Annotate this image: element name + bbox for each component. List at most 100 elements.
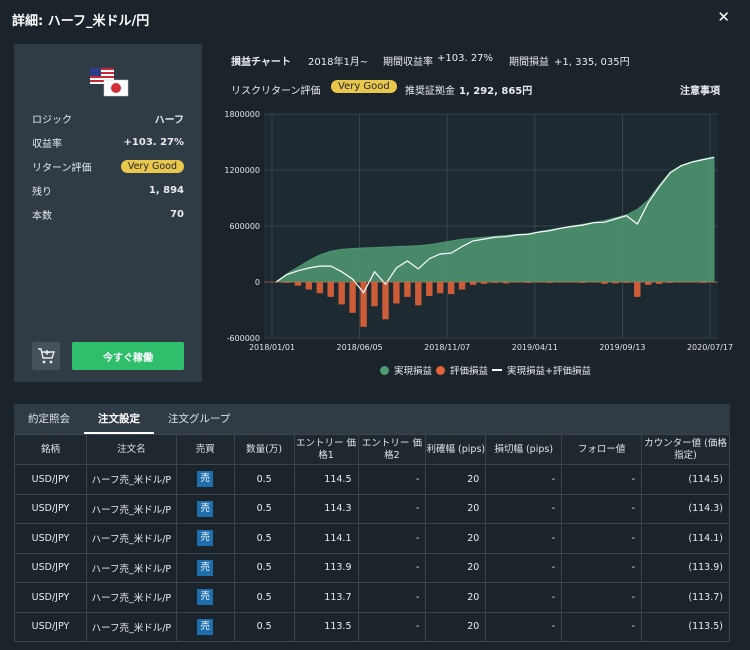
order-table: 銘柄 注文名 売買 数量(万) エントリー 価格1 エントリー 価格2 利確幅 … bbox=[14, 434, 730, 642]
cell-symbol: USD/JPY bbox=[14, 611, 87, 642]
legend-total: 実現損益+評価損益 bbox=[492, 363, 591, 377]
usd-jpy-flag-icon bbox=[90, 68, 129, 97]
close-icon[interactable]: ✕ bbox=[717, 8, 730, 26]
x-tick-label: 2018/06/05 bbox=[337, 343, 383, 352]
cell-counter: (114.1) bbox=[641, 523, 730, 554]
remaining-value: 1, 894 bbox=[148, 184, 184, 196]
notes-link[interactable]: 注意事項 bbox=[680, 82, 720, 97]
cell-side: 売 bbox=[175, 464, 235, 495]
unrealized-bar bbox=[382, 282, 389, 320]
unrealized-bar bbox=[294, 282, 302, 286]
col-stop-loss: 損切幅 (pips) bbox=[485, 434, 563, 465]
period-return-label: 期間収益率 bbox=[383, 57, 433, 68]
legend-total-swatch bbox=[492, 369, 502, 371]
order-tabs: 約定照会 注文設定 注文グループ bbox=[14, 404, 730, 434]
cell-entry-2: - bbox=[357, 464, 427, 495]
cell-follow: - bbox=[561, 611, 643, 642]
cell-follow: - bbox=[561, 582, 643, 613]
col-symbol: 銘柄 bbox=[14, 434, 87, 465]
legend-realized-label: 実現損益 bbox=[394, 366, 433, 377]
col-side: 売買 bbox=[175, 434, 235, 465]
cell-entry-1: 114.1 bbox=[293, 523, 359, 554]
table-row: USD/JPY ハーフ売_米ドル/P 売 0.5 114.5 - 20 - - … bbox=[14, 464, 730, 495]
cell-order-name: ハーフ売_米ドル/P bbox=[85, 582, 177, 613]
remaining-label: 残り bbox=[32, 186, 52, 198]
operate-now-button[interactable]: 今すぐ稼働 bbox=[72, 342, 184, 370]
cell-side: 売 bbox=[175, 582, 235, 613]
unrealized-bar bbox=[415, 282, 422, 306]
unrealized-bar bbox=[634, 282, 641, 297]
period-pl-label: 期間損益 bbox=[509, 57, 549, 68]
cell-entry-2: - bbox=[357, 493, 427, 524]
card-row-logic: ロジック ハーフ bbox=[32, 110, 184, 126]
sell-badge: 売 bbox=[197, 618, 214, 635]
table-row: USD/JPY ハーフ売_米ドル/P 売 0.5 114.3 - 20 - - … bbox=[14, 493, 730, 524]
sell-badge: 売 bbox=[197, 530, 214, 547]
col-take-profit: 利確幅 (pips) bbox=[425, 434, 487, 465]
cart-add-button[interactable] bbox=[32, 342, 60, 370]
cell-order-name: ハーフ売_米ドル/P bbox=[85, 493, 177, 524]
cell-quantity: 0.5 bbox=[233, 611, 295, 642]
card-row-rating: リターン評価 Very Good bbox=[32, 158, 184, 174]
unrealized-bar bbox=[305, 282, 312, 290]
legend-realized: 実現損益 bbox=[380, 363, 432, 377]
logic-label: ロジック bbox=[32, 114, 72, 126]
cell-stop-loss: - bbox=[485, 582, 563, 613]
count-value: 70 bbox=[170, 208, 184, 220]
cell-stop-loss: - bbox=[485, 611, 563, 642]
cell-side: 売 bbox=[175, 552, 235, 583]
cell-counter: (113.7) bbox=[641, 582, 730, 613]
cell-entry-1: 114.3 bbox=[293, 493, 359, 524]
tab-execution[interactable]: 約定照会 bbox=[14, 404, 84, 434]
col-quantity: 数量(万) bbox=[233, 434, 295, 465]
cell-follow: - bbox=[561, 493, 643, 524]
col-counter: カウンター値 (価格指定) bbox=[641, 434, 730, 465]
period-pl-value: +1, 335, 035円 bbox=[554, 57, 630, 68]
unrealized-bar bbox=[338, 282, 345, 305]
sell-badge: 売 bbox=[197, 471, 214, 488]
logic-value: ハーフ bbox=[154, 114, 184, 126]
margin-value: 1, 292, 865円 bbox=[459, 86, 533, 97]
cell-side: 売 bbox=[175, 611, 235, 642]
cell-follow: - bbox=[561, 552, 643, 583]
sell-badge: 売 bbox=[197, 589, 214, 606]
cell-quantity: 0.5 bbox=[233, 493, 295, 524]
cell-counter: (113.5) bbox=[641, 611, 730, 642]
unrealized-bar bbox=[437, 282, 444, 294]
cell-order-name: ハーフ売_米ドル/P bbox=[85, 523, 177, 554]
y-tick-label: -600000 bbox=[227, 334, 260, 343]
count-label: 本数 bbox=[32, 210, 52, 222]
cart-add-icon bbox=[38, 348, 55, 364]
tab-order-settings[interactable]: 注文設定 bbox=[84, 404, 154, 434]
legend-total-label: 実現損益+評価損益 bbox=[507, 366, 591, 377]
cell-order-name: ハーフ売_米ドル/P bbox=[85, 464, 177, 495]
start-label: 2018年1月~ bbox=[308, 57, 369, 68]
pl-chart: 1800000 1200000 600000 0 -6000002018/01/01 20… bbox=[224, 110, 733, 352]
unrealized-bar bbox=[404, 282, 411, 297]
cell-counter: (114.3) bbox=[641, 493, 730, 524]
unrealized-bar bbox=[316, 282, 323, 294]
card-row-count: 本数 70 bbox=[32, 206, 184, 222]
cell-entry-1: 114.5 bbox=[293, 464, 359, 495]
cell-symbol: USD/JPY bbox=[14, 464, 87, 495]
col-follow: フォロー値 bbox=[561, 434, 643, 465]
cell-symbol: USD/JPY bbox=[14, 552, 87, 583]
cell-take-profit: 20 bbox=[425, 582, 487, 613]
unrealized-bar bbox=[469, 282, 477, 285]
margin-label: 推奨証拠金 bbox=[405, 86, 455, 97]
card-row-return: 収益率 +103. 27% bbox=[32, 134, 184, 150]
x-tick-label: 2019/04/11 bbox=[512, 343, 558, 352]
col-entry-price-2: エントリー 価格2 bbox=[357, 434, 427, 465]
unrealized-bar bbox=[645, 282, 652, 285]
unrealized-bar bbox=[426, 282, 433, 296]
cell-symbol: USD/JPY bbox=[14, 493, 87, 524]
cell-symbol: USD/JPY bbox=[14, 523, 87, 554]
title-bar: 詳細: ハーフ_米ドル/円 ✕ bbox=[0, 0, 750, 38]
tab-order-group[interactable]: 注文グループ bbox=[154, 404, 244, 434]
return-value: +103. 27% bbox=[123, 136, 184, 148]
legend-unrealized-swatch bbox=[436, 365, 445, 375]
cell-quantity: 0.5 bbox=[233, 582, 295, 613]
risk-badge: Very Good bbox=[331, 80, 397, 93]
table-row: USD/JPY ハーフ売_米ドル/P 売 0.5 114.1 - 20 - - … bbox=[14, 523, 730, 554]
cell-take-profit: 20 bbox=[425, 552, 487, 583]
